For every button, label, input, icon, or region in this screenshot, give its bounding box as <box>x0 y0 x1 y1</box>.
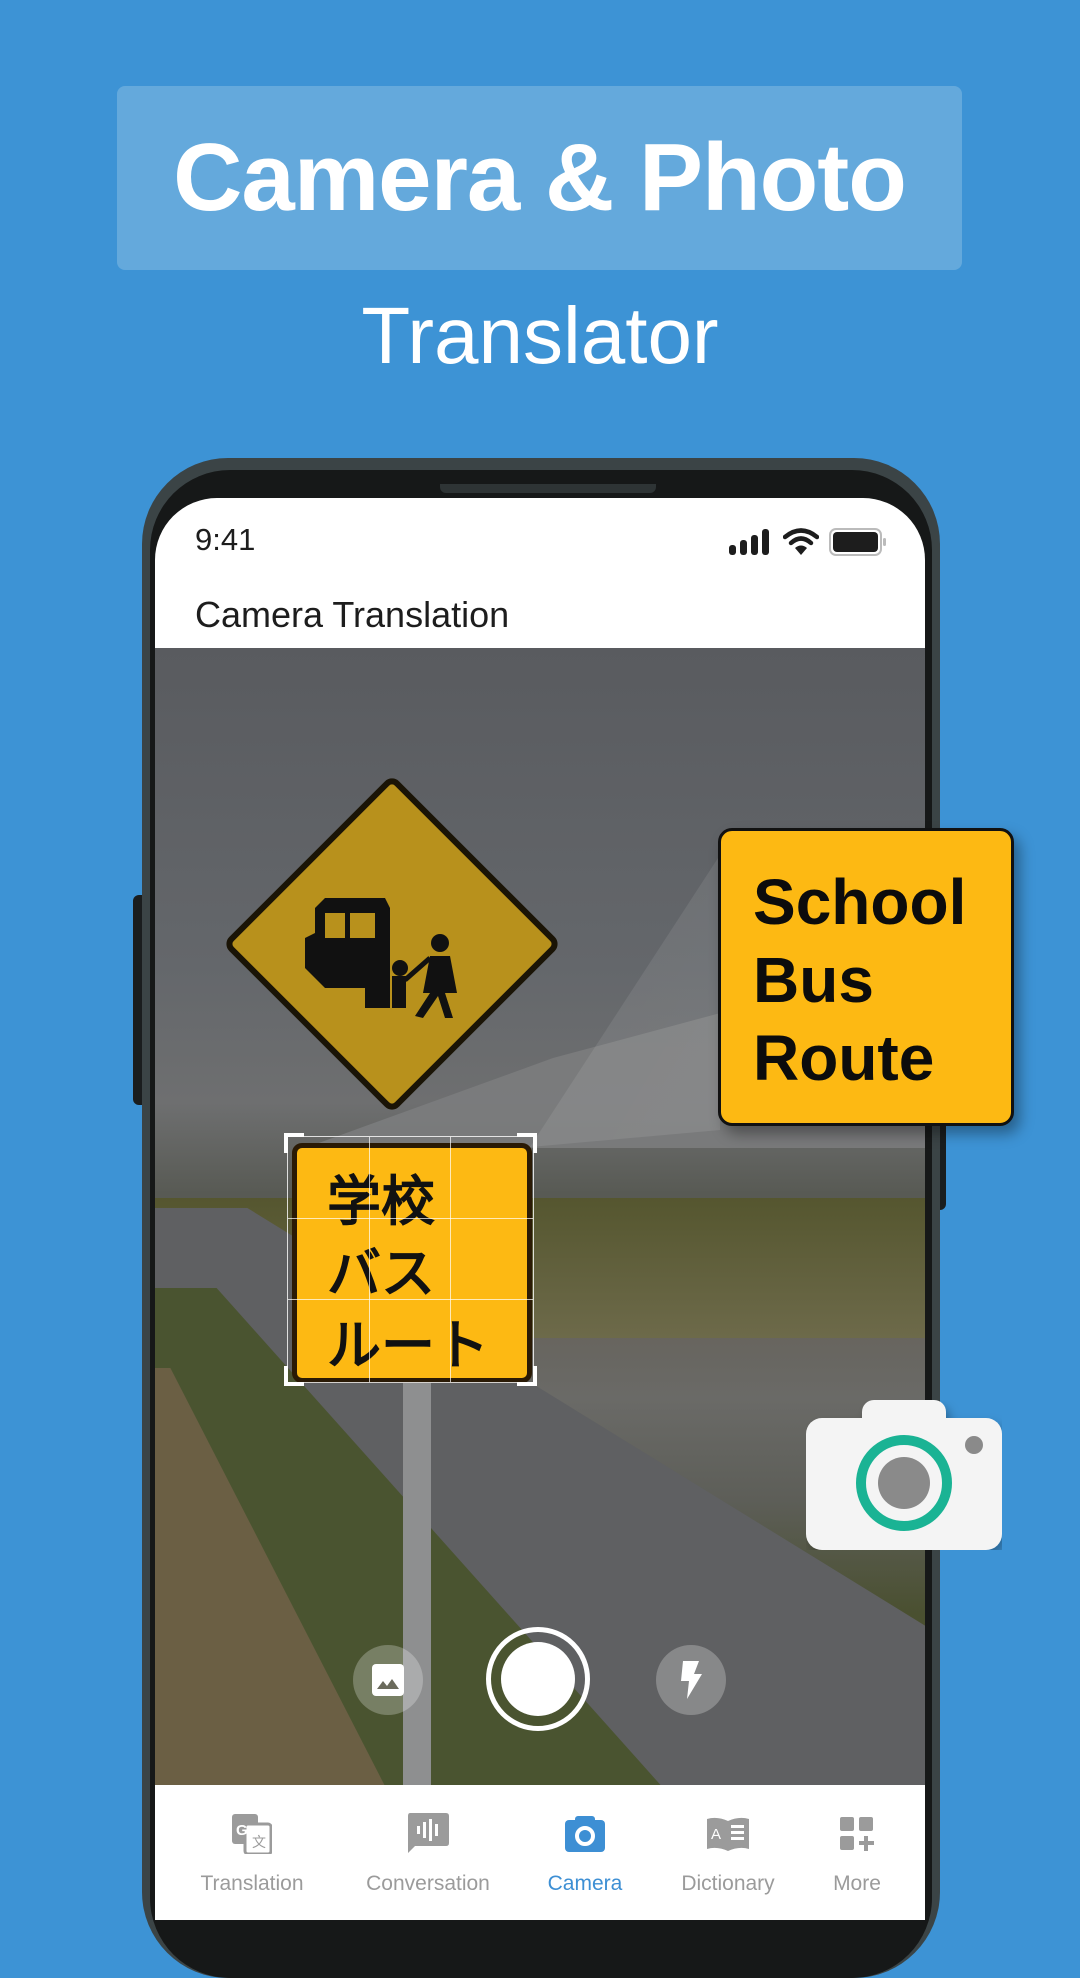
camera-icon <box>565 1816 605 1852</box>
tab-label: Camera <box>547 1872 623 1895</box>
camera-badge-icon <box>806 1400 1002 1550</box>
svg-text:G: G <box>236 1822 248 1839</box>
svg-text:A: A <box>711 1826 721 1843</box>
phone-speaker <box>440 484 656 493</box>
tab-label: Dictionary <box>681 1872 775 1895</box>
crop-handle-bottom-right[interactable] <box>517 1366 537 1386</box>
shutter-button[interactable] <box>486 1627 590 1731</box>
flash-icon <box>681 1661 702 1699</box>
bus-children-pictogram-icon <box>305 898 457 1018</box>
translate-icon: G 文 <box>232 1814 272 1854</box>
hero-banner: Camera & Photo <box>117 86 962 270</box>
tab-conversation[interactable]: Conversation <box>353 1786 503 1920</box>
tab-translation[interactable]: G 文 Translation <box>177 1786 327 1920</box>
tab-label: More <box>833 1872 881 1895</box>
translated-text: School Bus Route <box>753 866 967 1094</box>
shutter-inner <box>501 1642 575 1716</box>
page-title: Camera Translation <box>195 594 510 635</box>
dictionary-icon: A <box>707 1817 749 1851</box>
crop-handle-top-right[interactable] <box>517 1133 537 1153</box>
crop-handle-top-left[interactable] <box>284 1133 304 1153</box>
battery-icon <box>829 528 886 556</box>
tab-dictionary[interactable]: A Dictionary <box>653 1786 803 1920</box>
crop-handle-bottom-left[interactable] <box>284 1366 304 1386</box>
image-icon <box>372 1664 404 1696</box>
tab-label: Translation <box>200 1872 304 1895</box>
tab-camera[interactable]: Camera <box>510 1786 660 1920</box>
status-time: 9:41 <box>195 522 256 557</box>
signal-icon <box>729 529 769 555</box>
hero-title: Camera & Photo <box>173 124 907 231</box>
scan-selection-frame[interactable] <box>284 1133 537 1386</box>
status-bar: 9:41 <box>155 498 925 588</box>
tab-label: Conversation <box>366 1872 490 1895</box>
hero-subtitle: Translator <box>361 291 719 380</box>
gallery-button[interactable] <box>353 1645 423 1715</box>
tab-more[interactable]: More <box>782 1786 932 1920</box>
svg-text:文: 文 <box>252 1835 266 1851</box>
voice-chat-icon <box>408 1813 449 1853</box>
grid-line <box>288 1298 533 1300</box>
translation-result-card: School Bus Route <box>718 828 1014 1126</box>
more-grid-icon <box>840 1817 874 1851</box>
grid-line <box>368 1137 370 1382</box>
flash-button[interactable] <box>656 1645 726 1715</box>
bottom-tab-bar: G 文 Translation Conversation Camera A Di… <box>155 1786 925 1920</box>
camera-viewfinder[interactable]: 学校 バス ルート <box>155 648 925 1785</box>
grid-line <box>288 1217 533 1219</box>
wifi-icon <box>783 528 819 555</box>
grid-line <box>449 1137 451 1382</box>
